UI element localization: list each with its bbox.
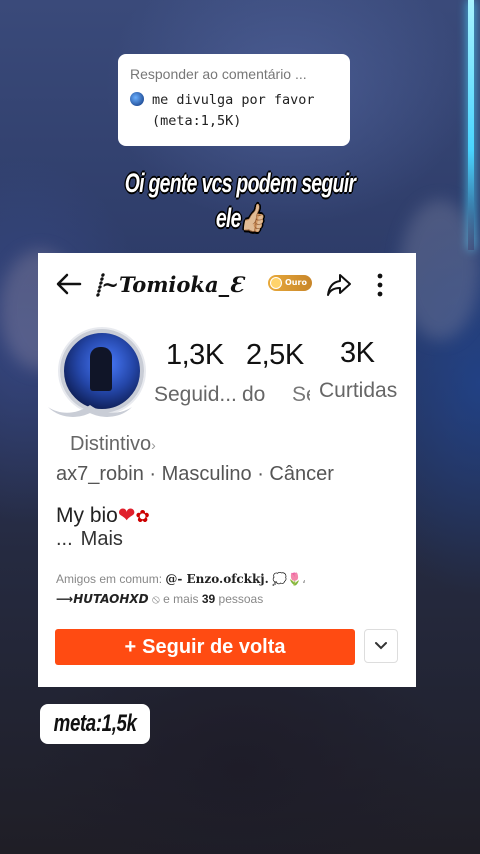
no-entry-icon: ⦸ <box>151 592 160 606</box>
back-arrow-icon[interactable] <box>56 273 82 299</box>
distintivo-label: Distintivo <box>70 433 152 455</box>
bio-ellipsis: ... <box>56 528 73 550</box>
friend-name-2[interactable]: ⟶HUTAOHXD <box>56 592 149 606</box>
ouro-badge: Ouro <box>268 275 312 291</box>
meta-tag-text: meta:1,5k <box>53 710 137 737</box>
coin-icon <box>270 277 282 289</box>
profile-card: ⸽~Tomioka_Ɛ Ouro ✦ 1,3K 2,5K 3K Seguid..… <box>38 253 416 687</box>
profile-username: ⸽~Tomioka_Ɛ <box>96 272 245 297</box>
comment-line-2: (meta:1,5K) <box>152 113 242 129</box>
more-vertical-icon[interactable] <box>376 273 384 301</box>
friend-name-2-text: HUTAOHXD <box>73 592 149 606</box>
following-label[interactable]: do <box>242 383 265 407</box>
plus-icon: + <box>124 635 137 658</box>
commenter-avatar <box>130 92 144 106</box>
friends-suffix-b: pessoas <box>218 592 264 606</box>
follow-back-label: Seguir de volta <box>142 635 286 658</box>
share-icon[interactable] <box>326 273 352 301</box>
following-count[interactable]: 2,5K <box>246 339 304 372</box>
follow-back-button[interactable]: + Seguir de volta <box>55 629 355 665</box>
avatar-figure <box>90 347 112 391</box>
comment-line-1: me divulga por favor <box>152 92 315 108</box>
reply-comment-text: me divulga por favor (meta:1,5K) <box>152 90 315 132</box>
truncated-label: Se <box>292 383 310 406</box>
video-caption-line1: Oi gente vcs podem seguir <box>124 168 356 198</box>
likes-label: Curtidas <box>319 379 398 402</box>
friends-suffix-a: e mais <box>163 592 199 606</box>
reply-comment-bubble: Responder ao comentário ... me divulga p… <box>118 54 350 146</box>
chevron-right-icon: › <box>151 437 156 453</box>
profile-bio: My bio❤✿ <box>56 503 150 528</box>
likes-count: 3K <box>340 337 375 369</box>
bio-more[interactable]: ... Mais <box>56 528 123 551</box>
heart-icon: ❤ <box>117 504 136 527</box>
friend-emoji: 💭🌷، <box>272 572 306 586</box>
meta-tag: meta:1,5k <box>40 704 150 744</box>
avatar-frame-wings <box>48 405 132 417</box>
profile-topbar: ⸽~Tomioka_Ɛ Ouro <box>38 261 416 305</box>
bio-text: My bio <box>56 504 118 527</box>
sparkle-icon: ✦ <box>52 339 63 353</box>
background-light <box>468 0 474 250</box>
badge-label: Ouro <box>285 278 307 287</box>
chevron-down-icon <box>375 642 387 650</box>
suggestions-dropdown-button[interactable] <box>364 629 398 663</box>
friends-prefix: Amigos em comum: <box>56 572 163 586</box>
followers-count[interactable]: 1,3K <box>166 339 224 372</box>
bio-more-link[interactable]: Mais <box>81 528 123 550</box>
friend-name-1[interactable]: @- Enzo.ofckkj. <box>165 572 268 586</box>
reply-title: Responder ao comentário ... <box>130 66 307 82</box>
friends-count: 39 <box>201 592 216 606</box>
profile-meta: ax7_robin · Masculino · Câncer <box>56 463 334 485</box>
distintivo-link[interactable]: Distintivo› <box>70 433 156 456</box>
rose-icon: ✿ <box>135 507 150 526</box>
followers-label[interactable]: Seguid... <box>154 383 237 407</box>
video-caption-line2: ele👍🏼 <box>215 203 265 233</box>
mutual-friends[interactable]: Amigos em comum: @- Enzo.ofckkj. 💭🌷، ⟶HU… <box>56 569 406 609</box>
